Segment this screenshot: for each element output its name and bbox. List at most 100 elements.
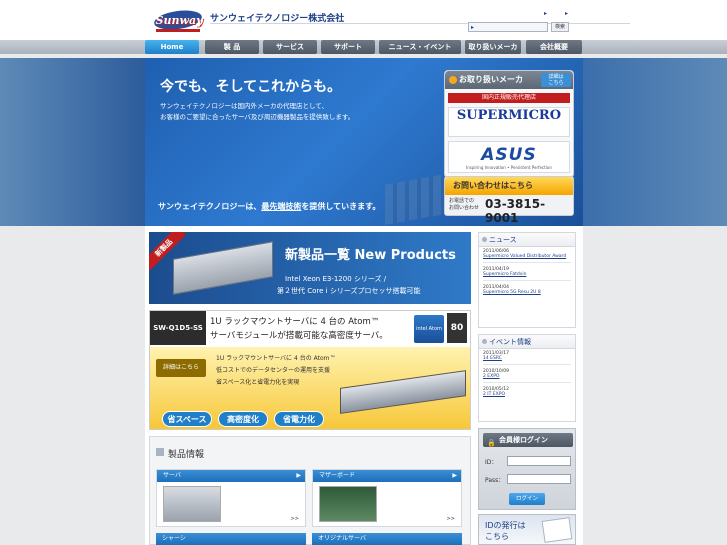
nav-news-events[interactable]: ニュース・イベント: [379, 40, 461, 54]
atom-headline1: 1U ラックマウントサーバに 4 台の Atom™: [210, 317, 380, 327]
server-image: [173, 241, 273, 295]
product-info-title: 製品情報: [168, 450, 205, 460]
atom-bullet-3: 省スペース化と省電力化を実現: [216, 379, 300, 386]
nav-home[interactable]: Home: [145, 40, 199, 54]
hero-tag-prefix: サンウェイテクノロジーは、: [158, 202, 262, 211]
event-item[interactable]: 2010/10/09 2 EXPO: [479, 367, 575, 385]
id-issue-line1: IDの発行は: [485, 521, 526, 530]
header-top-links: ▸ ▸: [544, 10, 568, 17]
news-item[interactable]: 2011/04/19 Supermicro Fatdvin: [479, 265, 575, 283]
section-icon: [156, 448, 164, 456]
intel-atom-logo: intel Atom: [414, 315, 444, 343]
hero-tag-highlight: 最先端技術: [261, 202, 302, 211]
sunway-logo[interactable]: Sunway: [152, 7, 204, 34]
category-server-header: サーバ ▶: [157, 470, 305, 482]
new-products-banner[interactable]: 新製品 新製品一覧 New Products Intel Xeon E3-120…: [149, 232, 471, 304]
phone-number: 03-3815-9001: [485, 197, 546, 225]
id-issue-banner[interactable]: IDの発行は こちら: [478, 514, 576, 545]
distributor-header: お取り扱いメーカ 詳細は こちら: [445, 71, 573, 89]
site-header: Sunway サンウェイテクノロジー株式会社 ▸ ▸ ▸ 検索: [0, 0, 727, 40]
search-button[interactable]: 検索: [551, 22, 569, 32]
phone-label-line1: お電話での: [449, 198, 475, 204]
authorized-distributor-label: 国内正規販売代理店: [448, 93, 570, 103]
news-panel: ニュース 2011/06/06 Supermicro Valued Distri…: [478, 232, 576, 328]
nav-support[interactable]: サポート: [321, 40, 375, 54]
atom-detail-button[interactable]: 詳細はこちら: [156, 359, 206, 377]
search-icon: ▸: [471, 24, 475, 31]
category-motherboard-more[interactable]: >>: [447, 516, 455, 522]
model-label: SW-Q1D5-SS: [150, 311, 206, 345]
new-products-line2: 第２世代 Core i シリーズプロセッサ搭載可能: [277, 287, 421, 295]
atom-banner-lower: 詳細はこちら 1U ラックマウントサーバに 4 台の Atom™ 低コストでのデ…: [150, 347, 470, 429]
80plus-logo: 80: [447, 313, 467, 343]
news-item[interactable]: 2011/04/04 Supermicro 5G Resu 2U 8: [479, 283, 575, 297]
logo-text: Sunway: [155, 14, 203, 27]
event-link[interactable]: 2 EXPO: [483, 374, 571, 379]
category-chassis[interactable]: シャーシ: [156, 533, 306, 545]
top-link-1[interactable]: ▸: [544, 10, 547, 17]
arrow-right-icon: ▶: [452, 472, 457, 479]
nav-company[interactable]: 会社概要: [526, 40, 582, 54]
phone-label: お電話での お問い合わせ: [449, 198, 479, 212]
atom-headline2: サーバモジュールが搭載可能な高密度サーバ。: [210, 331, 388, 341]
category-motherboard[interactable]: マザーボード ▶ >>: [312, 469, 462, 527]
event-link[interactable]: 14 ESRC: [483, 356, 571, 361]
detail-line2: こちら: [548, 80, 564, 86]
news-link[interactable]: Supermicro 5G Resu 2U 8: [483, 290, 571, 295]
category-server[interactable]: サーバ ▶ >>: [156, 469, 306, 527]
event-item[interactable]: 2011/03/17 14 ESRC: [479, 349, 575, 367]
hero-tagline: サンウェイテクノロジーは、最先端技術を提供していきます。: [158, 201, 380, 212]
password-input[interactable]: [507, 474, 571, 484]
pass-label: Pass：: [485, 477, 505, 484]
category-server-label: サーバ: [163, 472, 181, 479]
category-server-more[interactable]: >>: [291, 516, 299, 522]
id-issue-text: IDの発行は こちら: [485, 520, 535, 542]
divider: [483, 364, 571, 365]
hero-tag-suffix: を提供していきます。: [301, 202, 381, 211]
top-link-2[interactable]: ▸: [565, 10, 568, 17]
id-input[interactable]: [507, 456, 571, 466]
badge-power: 省電力化: [274, 411, 324, 427]
phone-label-line2: お問い合わせ: [449, 205, 480, 211]
hero-title: 今でも、そしてこれからも。: [160, 79, 342, 95]
hero-sub-line2: お客様のご要望に合ったサーバ及び周辺機器製品を提供致します。: [160, 113, 355, 121]
event-link[interactable]: 2 IT EXPO: [483, 392, 571, 397]
nav-products[interactable]: 製 品: [205, 40, 259, 54]
asus-logo[interactable]: ASUS Inspiring Innovation • Persistent P…: [448, 141, 570, 173]
login-title: 会員様ログイン: [499, 436, 548, 444]
rack-server-image: [340, 370, 466, 414]
logo-underline: [156, 29, 200, 32]
id-label: ID：: [485, 459, 498, 466]
nav-services[interactable]: サービス: [263, 40, 317, 54]
divider: [483, 262, 571, 263]
new-products-line1: Intel Xeon E3-1200 シリーズ /: [285, 275, 387, 283]
atom-bullet-1: 1U ラックマウントサーバに 4 台の Atom™: [216, 355, 336, 362]
contact-header: お問い合わせはこちら: [445, 177, 573, 195]
motherboard-thumbnail: [319, 486, 377, 522]
supermicro-logo[interactable]: SUPERMICRO: [448, 107, 570, 137]
divider: [483, 382, 571, 383]
nav-manufacturers[interactable]: 取り扱いメーカ: [465, 40, 521, 54]
id-card-icon: [541, 517, 573, 543]
lock-icon: 🔒: [487, 439, 496, 447]
id-issue-line2: こちら: [485, 532, 509, 541]
contact-panel[interactable]: お問い合わせはこちら お電話での お問い合わせ 03-3815-9001: [444, 176, 574, 225]
login-button[interactable]: ログイン: [509, 493, 545, 505]
divider: [483, 280, 571, 281]
asus-wordmark: ASUS: [481, 145, 537, 165]
distributor-detail-button[interactable]: 詳細は こちら: [541, 73, 571, 87]
event-item[interactable]: 2010/05/12 2 IT EXPO: [479, 385, 575, 399]
category-original-server[interactable]: オリジナルサーバ: [312, 533, 462, 545]
new-products-title: 新製品一覧 New Products: [285, 248, 456, 263]
login-panel: 🔒 会員様ログイン ID： Pass： ログイン: [478, 428, 576, 510]
main-nav: Home 製 品 サービス サポート ニュース・イベント 取り扱いメーカ 会社概…: [0, 40, 727, 54]
news-item[interactable]: 2011/06/06 Supermicro Valued Distributor…: [479, 247, 575, 265]
bullet-icon: [449, 76, 457, 84]
asus-slogan: Inspiring Innovation • Persistent Perfec…: [466, 165, 552, 170]
badge-density: 高密度化: [218, 411, 268, 427]
news-header: ニュース: [479, 233, 575, 247]
badge-space: 省スペース: [162, 411, 212, 427]
search-input[interactable]: ▸: [468, 22, 548, 32]
news-link[interactable]: Supermicro Fatdvin: [483, 272, 571, 277]
news-link[interactable]: Supermicro Valued Distributor Award: [483, 254, 571, 259]
